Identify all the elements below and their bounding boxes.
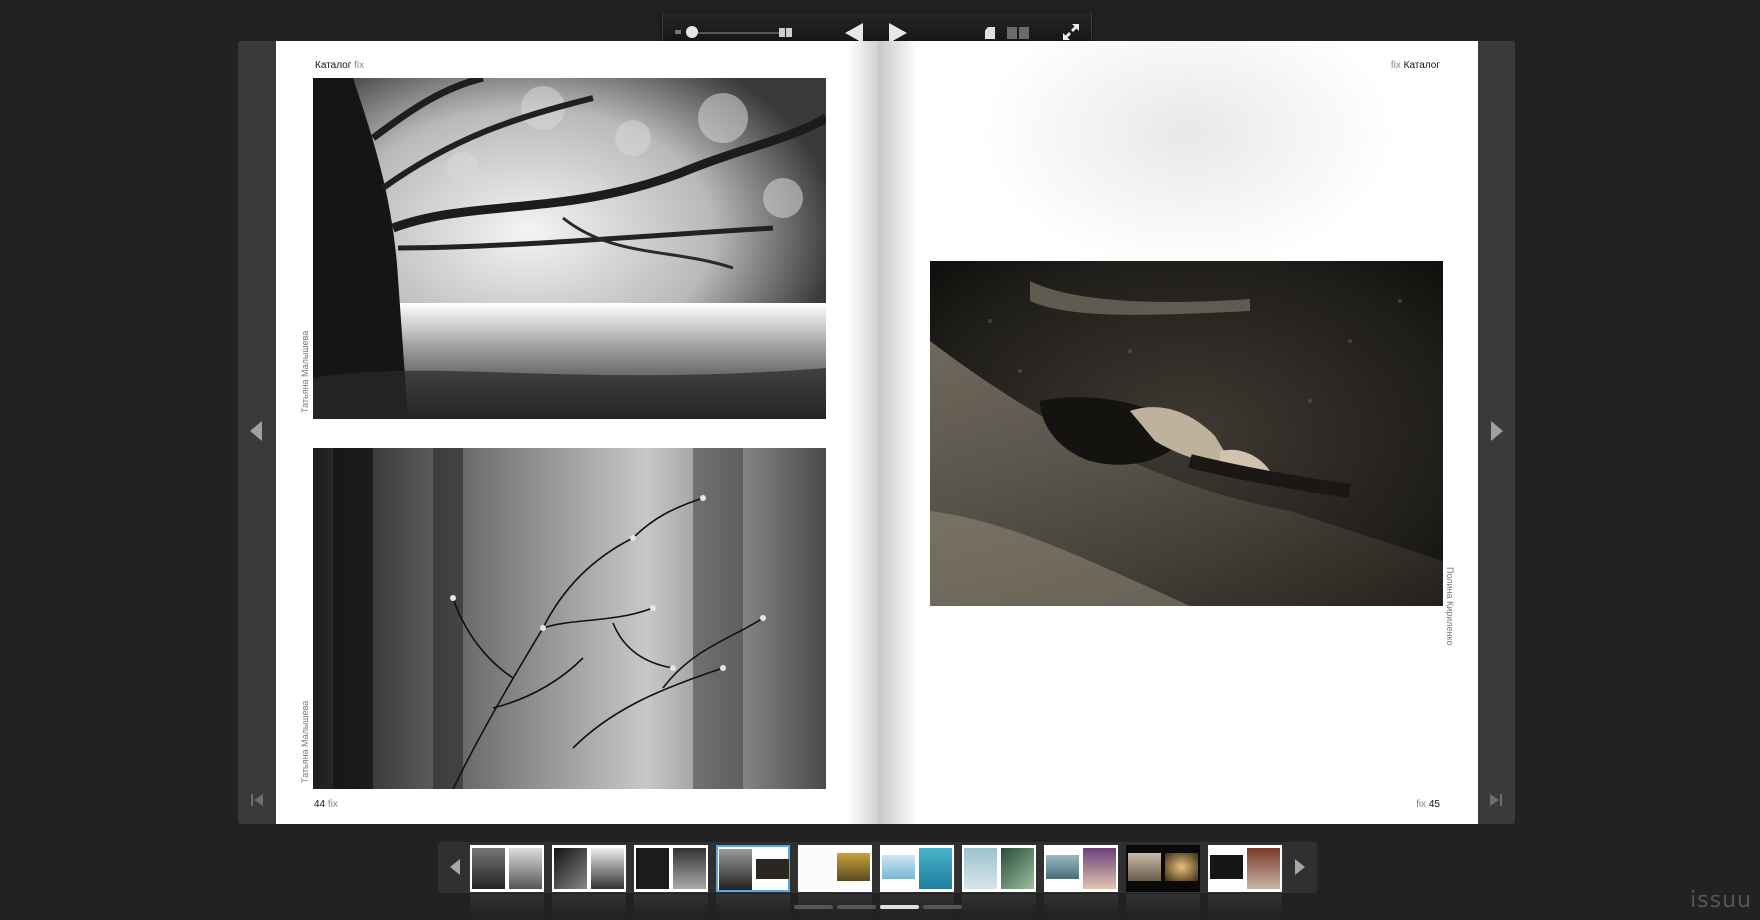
page-number-value: 44 xyxy=(314,799,326,810)
photo-credit: Татьяна Малышева xyxy=(300,700,310,783)
double-page-view-icon[interactable] xyxy=(1007,27,1029,39)
header-brand: fix xyxy=(1390,60,1401,71)
page-glow xyxy=(978,41,1398,271)
page-number: 44 fix xyxy=(314,799,338,810)
thumbnail-reflection xyxy=(716,894,790,916)
header-title: Каталог xyxy=(315,60,352,71)
bare-branches-photo xyxy=(313,448,826,789)
header-brand: fix xyxy=(354,60,365,71)
thumbnail-spread[interactable] xyxy=(962,845,1036,892)
thumbnail-spread[interactable] xyxy=(1044,845,1118,892)
zoom-slider[interactable] xyxy=(687,32,779,34)
next-spread-arrow[interactable] xyxy=(1491,421,1503,441)
right-page[interactable]: fix Каталог Полина Кириленко fix 45 xyxy=(878,41,1478,824)
pagination-dot[interactable] xyxy=(794,905,833,909)
next-page-button[interactable] xyxy=(889,23,907,43)
page-header: Каталог fix xyxy=(315,60,364,71)
thumbnails-next-arrow[interactable] xyxy=(1295,859,1305,875)
thumbnail-reflection xyxy=(1208,894,1282,916)
folio-brand: fix xyxy=(327,799,338,810)
thumbnail-spread[interactable] xyxy=(1126,845,1200,892)
page-gutter-shadow xyxy=(848,41,878,824)
thumbnail-spread-current[interactable] xyxy=(716,845,790,892)
thumbnail-strip xyxy=(438,842,1317,893)
photo-credit: Полина Кириленко xyxy=(1445,567,1455,646)
thumbnail-spread[interactable] xyxy=(634,845,708,892)
folio-brand: fix xyxy=(1416,799,1427,810)
zoom-out-icon[interactable] xyxy=(675,30,681,34)
photo-credit: Татьяна Малышева xyxy=(300,330,310,413)
thumbnail-reflection xyxy=(962,894,1036,916)
fullscreen-icon[interactable] xyxy=(1061,22,1081,42)
thumbnail-reflection xyxy=(552,894,626,916)
pagination-dot[interactable] xyxy=(923,905,962,909)
thumbnail-reflection xyxy=(1044,894,1118,916)
page-header: fix Каталог xyxy=(1391,60,1440,71)
thumbnail-spread[interactable] xyxy=(798,845,872,892)
page-gutter-shadow xyxy=(878,41,918,824)
thumbnail-spread[interactable] xyxy=(470,845,544,892)
last-page-icon[interactable] xyxy=(1489,793,1503,807)
thumbnail-reflection xyxy=(634,894,708,916)
thumbnails-previous-arrow[interactable] xyxy=(450,859,460,875)
zoom-in-icon[interactable] xyxy=(779,28,793,37)
header-title: Каталог xyxy=(1403,60,1440,71)
issuu-logo[interactable]: issuu xyxy=(1690,888,1752,913)
left-page[interactable]: Каталог fix Татьяна Малышева Татьяна Мал… xyxy=(276,41,878,824)
woman-on-log-photo xyxy=(930,261,1443,606)
thumbnail-reflection xyxy=(1126,894,1200,916)
thumbnail-spread[interactable] xyxy=(552,845,626,892)
thumbnail-spread[interactable] xyxy=(880,845,954,892)
previous-spread-arrow[interactable] xyxy=(250,421,262,441)
forest-tree-photo xyxy=(313,78,826,419)
zoom-slider-handle[interactable] xyxy=(686,26,698,38)
page-number-value: 45 xyxy=(1428,799,1440,810)
previous-page-button[interactable] xyxy=(845,23,863,43)
thumbnail-spread[interactable] xyxy=(1208,845,1282,892)
single-page-view-icon[interactable] xyxy=(985,27,995,39)
thumbnail-reflection xyxy=(470,894,544,916)
first-page-icon[interactable] xyxy=(250,793,264,807)
page-number: fix 45 xyxy=(1416,799,1440,810)
pagination-dot-current[interactable] xyxy=(880,905,919,909)
pagination-dot[interactable] xyxy=(837,905,876,909)
